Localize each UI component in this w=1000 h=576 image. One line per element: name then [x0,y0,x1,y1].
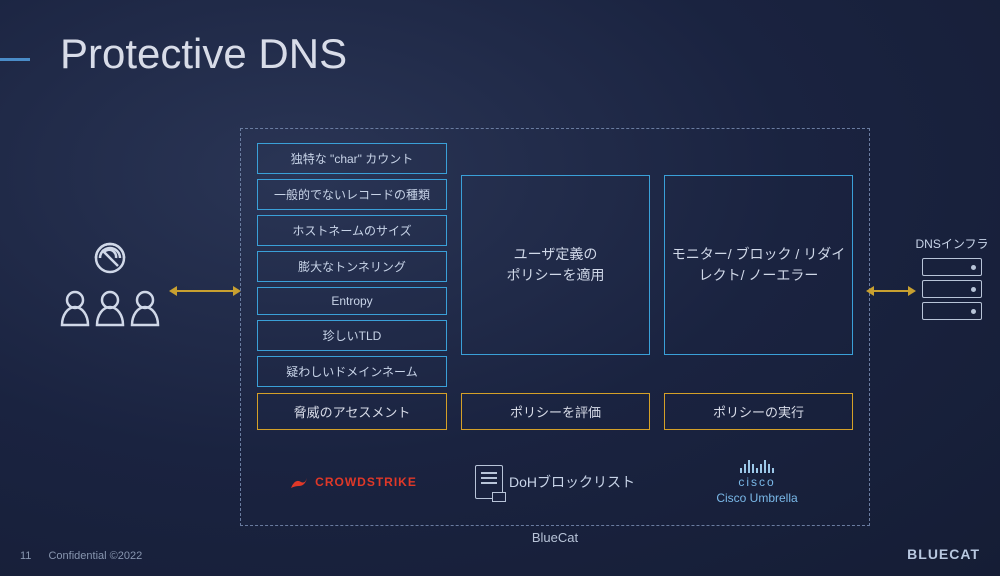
threat-check-item: 独特な "char" カウント [257,143,447,174]
threat-check-item: ホストネームのサイズ [257,215,447,246]
server-stack-icon [922,258,982,320]
apply-policy-box: ユーザ定義の ポリシーを適用 [461,175,650,355]
action-box: モニター/ ブロック / リダイレクト/ ノーエラー [664,175,853,355]
policy-execute-box: ポリシーの実行 [664,393,853,430]
crowdstrike-icon [289,474,309,490]
bidirectional-arrow-left [175,290,235,292]
cisco-bottom-label: Cisco Umbrella [716,491,797,505]
apply-policy-text: ユーザ定義の ポリシーを適用 [507,244,605,286]
crowdstrike-label: CROWDSTRIKE [315,475,417,489]
dns-infra: DNSインフラ [912,235,992,324]
bidirectional-arrow-right [872,290,910,292]
title-accent-dash [0,58,30,61]
doh-label: DoHブロックリスト [509,472,635,492]
cisco-icon [740,459,774,473]
threat-check-item: 疑わしいドメインネーム [257,356,447,387]
vendor-cisco-umbrella: cisco Cisco Umbrella [661,459,853,505]
footer-left: 11 Confidential ©2022 [20,550,142,562]
threat-check-list: 独特な "char" カウント 一般的でないレコードの種類 ホストネームのサイズ… [257,143,447,383]
action-text: モニター/ ブロック / リダイレクト/ ノーエラー [665,244,852,286]
brand-logo-text: BLUECAT [907,546,980,562]
threat-check-item: 珍しいTLD [257,320,447,351]
confidential-notice: Confidential ©2022 [48,550,142,562]
document-list-icon [475,465,503,499]
threat-assessment-box: 脅威のアセスメント [257,393,447,430]
container-label: BlueCat [532,530,578,545]
page-number: 11 [20,550,31,562]
vendor-crowdstrike: CROWDSTRIKE [257,474,449,490]
threat-check-item: 一般的でないレコードの種類 [257,179,447,210]
policy-evaluate-box: ポリシーを評価 [461,393,650,430]
users-fingerprint-icon [50,230,170,350]
dns-infra-label: DNSインフラ [912,235,992,252]
bluecat-container: 独特な "char" カウント 一般的でないレコードの種類 ホストネームのサイズ… [240,128,870,526]
page-title: Protective DNS [60,30,347,78]
vendor-doh-blocklist: DoHブロックリスト [459,465,651,499]
threat-check-item: 膨大なトンネリング [257,251,447,282]
cisco-top-label: cisco [738,475,775,489]
threat-check-item: Entropy [257,287,447,315]
